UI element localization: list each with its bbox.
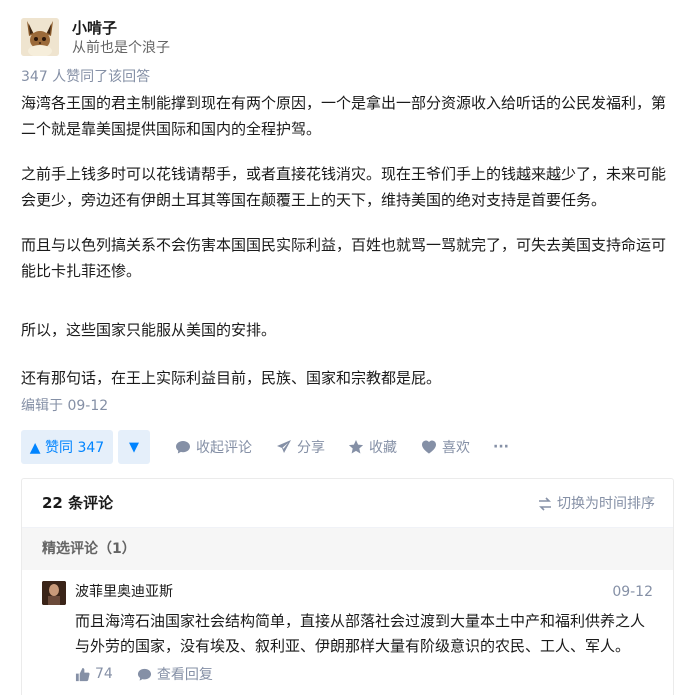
- author-name[interactable]: 小啃子: [72, 18, 117, 38]
- share-button[interactable]: 分享: [276, 430, 325, 464]
- featured-comments-header: 精选评论（1）: [22, 528, 673, 570]
- favorite-label: 收藏: [369, 440, 397, 456]
- edited-time[interactable]: 编辑于 09-12: [21, 396, 108, 416]
- answer-paragraph: 所以，这些国家只能服从美国的安排。: [21, 321, 277, 339]
- answer-paragraph: 海湾各王国的君主制能撑到现在有两个原因，一个是拿出一部分资源收入给听话的公民发福…: [21, 94, 667, 138]
- answer-paragraph: 还有那句话，在王上实际利益目前，民族、国家和宗教都是屁。: [21, 369, 442, 387]
- comment-item: 波菲里奥迪亚斯 09-12 而且海湾石油国家社会结构简单，直接从部落社会过渡到大…: [22, 571, 673, 691]
- more-button[interactable]: ···: [493, 430, 509, 464]
- comments-panel: 22 条评论 切换为时间排序 精选评论（1） 波菲里奥迪亚斯 09-12 而且海…: [21, 478, 674, 695]
- author-bio: 从前也是个浪子: [72, 40, 170, 56]
- comment-time: 09-12: [612, 584, 653, 600]
- sort-toggle-button[interactable]: 切换为时间排序: [538, 494, 655, 514]
- comments-count: 22 条评论: [42, 494, 114, 512]
- collapse-comments-label: 收起评论: [196, 440, 252, 456]
- comment-bubble-icon: [176, 441, 190, 454]
- answer-author: 小啃子 从前也是个浪子: [21, 18, 661, 58]
- comment-actions: 74 查看回复: [75, 663, 213, 685]
- like-label: 喜欢: [442, 440, 470, 456]
- heart-icon: [422, 440, 436, 454]
- commenter-avatar[interactable]: [42, 581, 66, 605]
- favorite-button[interactable]: 收藏: [348, 430, 397, 464]
- commenter-name[interactable]: 波菲里奥迪亚斯: [75, 582, 173, 602]
- upvote-label: ▲ 赞同 347: [29, 440, 105, 456]
- featured-comments-label: 精选评论（1）: [42, 541, 136, 557]
- swap-arrows-icon: [539, 497, 551, 511]
- paper-plane-icon: [277, 440, 291, 453]
- comment-like-count: 74: [95, 666, 113, 682]
- sort-toggle-label: 切换为时间排序: [557, 496, 655, 512]
- thumbs-up-icon: [75, 667, 90, 681]
- answer-paragraph: 之前手上钱多时可以花钱请帮手，或者直接花钱消灾。现在王爷们手上的钱越来越少了，未…: [21, 165, 667, 209]
- more-icon: ···: [493, 439, 509, 455]
- answer-action-bar: ▲ 赞同 347 ▼ 收起评论 分享 收藏 喜欢 ···: [21, 430, 681, 464]
- star-icon: [348, 440, 364, 454]
- comments-header: 22 条评论 切换为时间排序: [22, 479, 673, 528]
- comment-like-button[interactable]: 74: [75, 666, 113, 682]
- collapse-comments-button[interactable]: 收起评论: [175, 430, 252, 464]
- upvote-button[interactable]: ▲ 赞同 347: [21, 430, 113, 464]
- downvote-button[interactable]: ▼: [118, 430, 150, 464]
- triangle-down-icon: ▼: [129, 439, 139, 455]
- eevee-avatar-icon[interactable]: [21, 18, 59, 56]
- votes-summary: 347 人赞同了该回答: [21, 69, 151, 85]
- comment-bubble-icon: [137, 668, 151, 681]
- answer-paragraph: 而且与以色列搞关系不会伤害本国国民实际利益，百姓也就骂一骂就完了，可失去美国支持…: [21, 236, 667, 280]
- view-replies-label: 查看回复: [156, 667, 213, 683]
- share-label: 分享: [297, 440, 325, 456]
- like-button[interactable]: 喜欢: [421, 430, 470, 464]
- comment-text: 而且海湾石油国家社会结构简单，直接从部落社会过渡到大量本土中产和福利供养之人与外…: [75, 612, 646, 655]
- view-replies-button[interactable]: 查看回复: [137, 664, 213, 684]
